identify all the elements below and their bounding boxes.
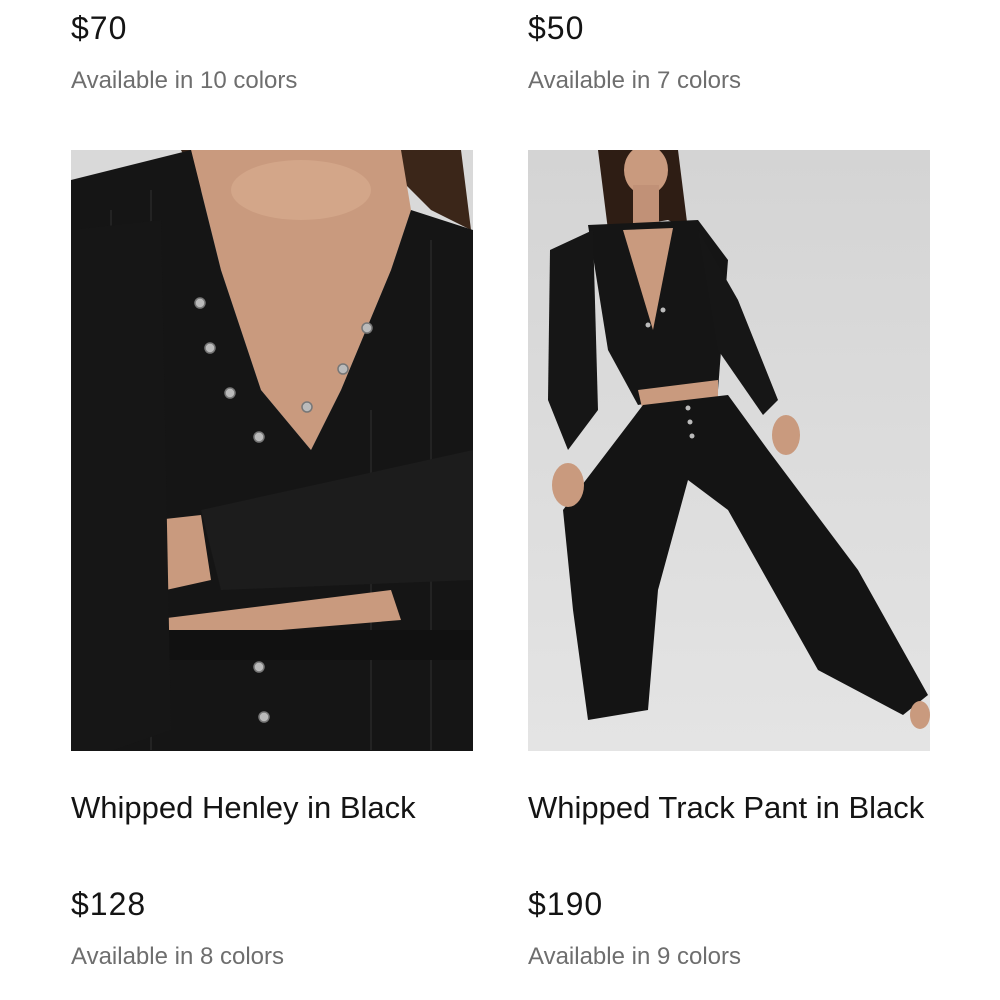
product-title-henley[interactable]: Whipped Henley in Black [71,786,473,829]
product-colors-track-pant: Available in 9 colors [528,943,742,970]
product-image-henley[interactable] [71,150,473,751]
previous-product-colors: Available in 10 colors [71,67,298,94]
previous-product-colors: Available in 7 colors [528,67,742,94]
previous-product-price: $70 [71,10,128,46]
product-price-henley: $128 [71,886,147,922]
track-pant-photo [528,150,930,751]
product-colors-henley: Available in 8 colors [71,943,285,970]
product-image-track-pant[interactable] [528,150,930,751]
product-title-track-pant[interactable]: Whipped Track Pant in Black [528,786,930,829]
henley-photo [71,150,473,751]
product-price-track-pant: $190 [528,886,604,922]
previous-product-price: $50 [528,10,585,46]
